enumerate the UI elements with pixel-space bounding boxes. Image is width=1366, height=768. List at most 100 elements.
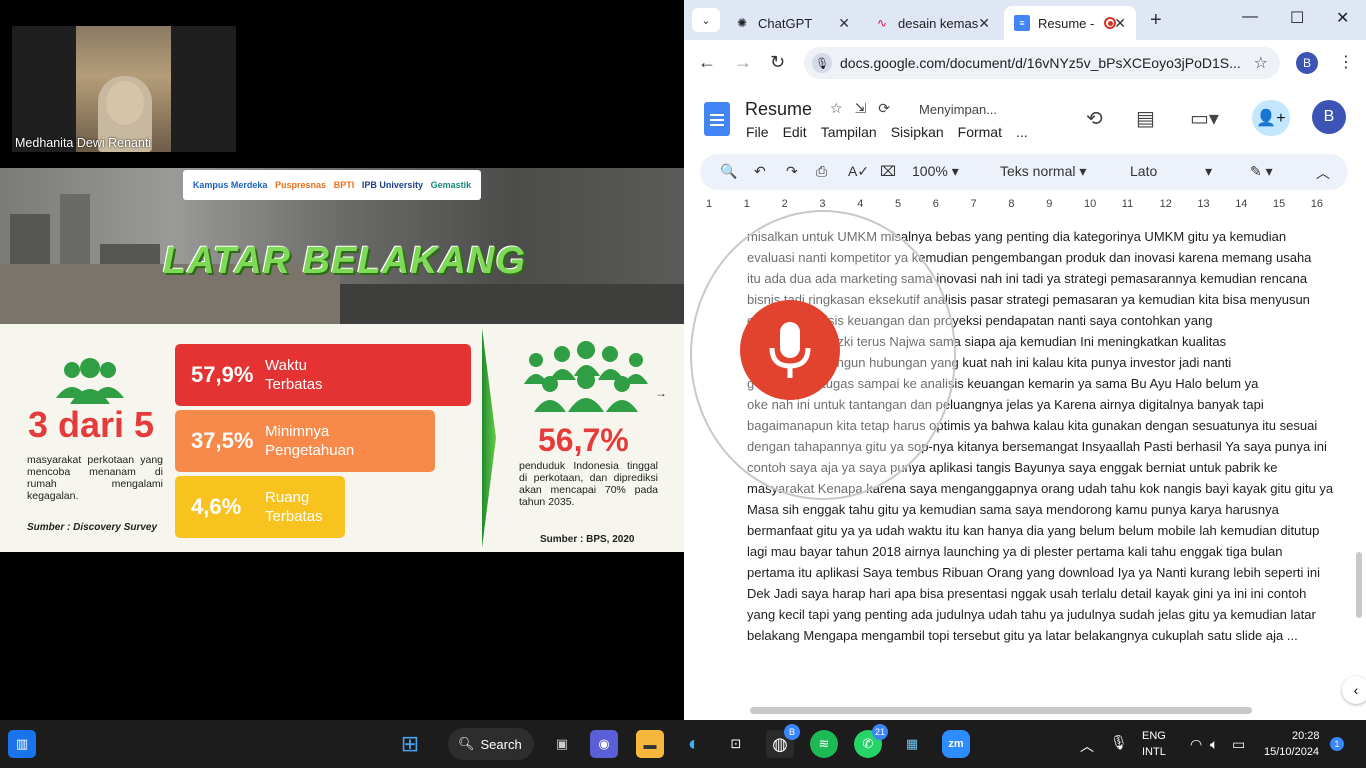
- ruler-tick-label: 4: [857, 198, 864, 210]
- chevron-up-icon[interactable]: ︿: [1080, 736, 1094, 756]
- ruler-tick-label: 14: [1235, 198, 1248, 210]
- start-button[interactable]: ⊞: [396, 730, 424, 758]
- reload-button[interactable]: ↻: [770, 52, 785, 73]
- lang-top[interactable]: ENG: [1142, 730, 1166, 742]
- zoom-app-icon[interactable]: zm: [942, 730, 970, 758]
- tab-resume[interactable]: ≡ Resume - ✕: [1004, 6, 1136, 40]
- spellcheck-icon[interactable]: A✓: [848, 163, 869, 180]
- battery-icon[interactable]: ▭: [1232, 736, 1245, 753]
- wifi-icon[interactable]: ◠: [1190, 736, 1202, 753]
- chrome-icon[interactable]: ◍ B: [766, 724, 800, 758]
- spotify-icon[interactable]: ≋: [810, 730, 838, 758]
- store-icon[interactable]: ⊡: [722, 730, 750, 758]
- star-icon[interactable]: ☆: [830, 100, 855, 116]
- chrome-menu-icon[interactable]: ⋮: [1338, 52, 1354, 72]
- tab-search-button[interactable]: ⌄: [692, 8, 720, 32]
- stat-bar-label: Waktu Terbatas: [265, 357, 323, 393]
- participant-video-tile[interactable]: Medhanita Dewi Renanti: [12, 26, 236, 152]
- search-icon: 🔍︎: [458, 736, 475, 751]
- ruler-tick-label: 5: [895, 198, 902, 210]
- new-tab-button[interactable]: +: [1150, 9, 1162, 32]
- stat-bar-label: Minimnya Pengetahuan: [265, 423, 355, 459]
- ruler-tick-label: 1: [706, 198, 713, 210]
- doc-line: yang kecil tapi yang penting ada judulny…: [747, 607, 1316, 622]
- close-icon[interactable]: ✕: [1114, 15, 1126, 32]
- chrome-profile-avatar[interactable]: B: [1296, 52, 1318, 74]
- microphone-tray-icon[interactable]: 🎙: [1110, 734, 1128, 751]
- move-folder-icon[interactable]: ⇲: [855, 100, 879, 116]
- ruler-tick-label: 13: [1197, 198, 1210, 210]
- arrow-right-icon[interactable]: →: [655, 386, 667, 400]
- minimize-button[interactable]: —: [1242, 8, 1258, 26]
- collapse-toolbar-icon[interactable]: ︿: [1316, 163, 1330, 183]
- show-side-panel-button[interactable]: ‹: [1342, 676, 1366, 704]
- whatsapp-icon[interactable]: ✆ 21: [854, 724, 888, 758]
- vertical-scrollbar[interactable]: [1356, 552, 1362, 618]
- close-icon[interactable]: ✕: [978, 15, 990, 32]
- stat-3-dari-5: 3 dari 5: [28, 404, 155, 445]
- tab-title: Resume -: [1038, 15, 1095, 31]
- forward-button[interactable]: →: [734, 52, 752, 73]
- close-icon[interactable]: ✕: [838, 15, 850, 32]
- sync-icon: ⟳: [878, 100, 903, 116]
- lang-bottom[interactable]: INTL: [1142, 746, 1166, 758]
- clock-time[interactable]: 20:28: [1292, 730, 1320, 742]
- chevron-left-icon: ‹: [1353, 682, 1359, 698]
- meet-camera-icon[interactable]: ▭▾: [1190, 106, 1219, 131]
- menu-file[interactable]: File: [746, 124, 769, 140]
- docs-logo-icon[interactable]: [704, 102, 730, 136]
- account-avatar[interactable]: B: [1312, 100, 1346, 134]
- doc-line: pertama itu aplikasi Saya tembus Ribuan …: [747, 565, 1321, 580]
- close-window-button[interactable]: ✕: [1336, 8, 1349, 28]
- tab-desain[interactable]: ∿ desain kemas ✕: [864, 6, 1000, 40]
- task-view-icon[interactable]: ▣: [548, 730, 576, 758]
- logo-puspresnas: Puspresnas: [275, 180, 327, 190]
- widgets-icon[interactable]: ▥: [8, 730, 36, 758]
- history-icon[interactable]: ⟲: [1086, 106, 1103, 131]
- notification-badge[interactable]: 1: [1330, 737, 1344, 751]
- url-input[interactable]: 🎙 docs.google.com/document/d/16vNYz5v_bP…: [804, 47, 1280, 79]
- ruler-tick-label: 7: [970, 198, 977, 210]
- doc-status-icons: ☆⇲⟳: [830, 100, 902, 117]
- microphone-icon[interactable]: 🎙: [812, 53, 832, 73]
- menu-edit[interactable]: Edit: [783, 124, 807, 140]
- menu-insert[interactable]: Sisipkan: [891, 124, 944, 140]
- share-button[interactable]: 👤+: [1252, 100, 1290, 136]
- back-button[interactable]: ←: [698, 52, 716, 73]
- logo-gemastik: Gemastik: [430, 180, 472, 190]
- edit-mode-icon[interactable]: ✎ ▾: [1250, 163, 1273, 180]
- clock-date[interactable]: 15/10/2024: [1264, 746, 1319, 758]
- ruler-tick-label: 12: [1159, 198, 1172, 210]
- teams-icon[interactable]: ◉: [590, 730, 618, 758]
- slide-title: LATAR BELAKANG: [163, 240, 526, 282]
- file-explorer-icon[interactable]: ▬: [636, 730, 664, 758]
- notepad-icon[interactable]: ▦: [898, 730, 926, 758]
- doc-line: bermanfaat gitu ya ya udah waktu itu kan…: [747, 523, 1320, 538]
- style-select[interactable]: Teks normal ▾: [1000, 163, 1086, 180]
- zoom-select[interactable]: 100% ▾: [912, 163, 959, 180]
- menu-more[interactable]: ...: [1016, 124, 1028, 140]
- redo-icon[interactable]: ↷: [786, 163, 798, 180]
- volume-icon[interactable]: 🔈︎: [1210, 736, 1218, 753]
- maximize-button[interactable]: ☐: [1290, 8, 1304, 28]
- menu-view[interactable]: Tampilan: [821, 124, 877, 140]
- taskbar-search[interactable]: 🔍︎ Search: [448, 728, 534, 760]
- stat-bar-pengetahuan: 37,5% Minimnya Pengetahuan: [175, 410, 435, 472]
- bookmark-star-icon[interactable]: ☆: [1254, 53, 1268, 73]
- meeting-pane: Medhanita Dewi Renanti Kampus Merdeka Pu…: [0, 0, 684, 720]
- comments-icon[interactable]: ▤: [1136, 106, 1155, 131]
- tab-chatgpt[interactable]: ✺ ChatGPT ✕: [724, 6, 860, 40]
- edge-icon[interactable]: ◐: [680, 730, 708, 758]
- voice-typing-button[interactable]: [740, 300, 840, 400]
- document-title[interactable]: Resume: [745, 99, 812, 120]
- ruler-tick-label: 9: [1046, 198, 1053, 210]
- menu-format[interactable]: Format: [958, 124, 1002, 140]
- ruler-tick-label: 6: [932, 198, 939, 210]
- undo-icon[interactable]: ↶: [754, 163, 766, 180]
- paint-format-icon[interactable]: ⌧: [880, 163, 896, 180]
- search-icon[interactable]: 🔍: [720, 163, 737, 180]
- horizontal-scrollbar[interactable]: [750, 707, 1252, 714]
- print-icon[interactable]: ⎙: [816, 163, 827, 180]
- source-left: Sumber : Discovery Survey: [27, 522, 158, 533]
- font-select[interactable]: Lato ▾: [1130, 163, 1212, 180]
